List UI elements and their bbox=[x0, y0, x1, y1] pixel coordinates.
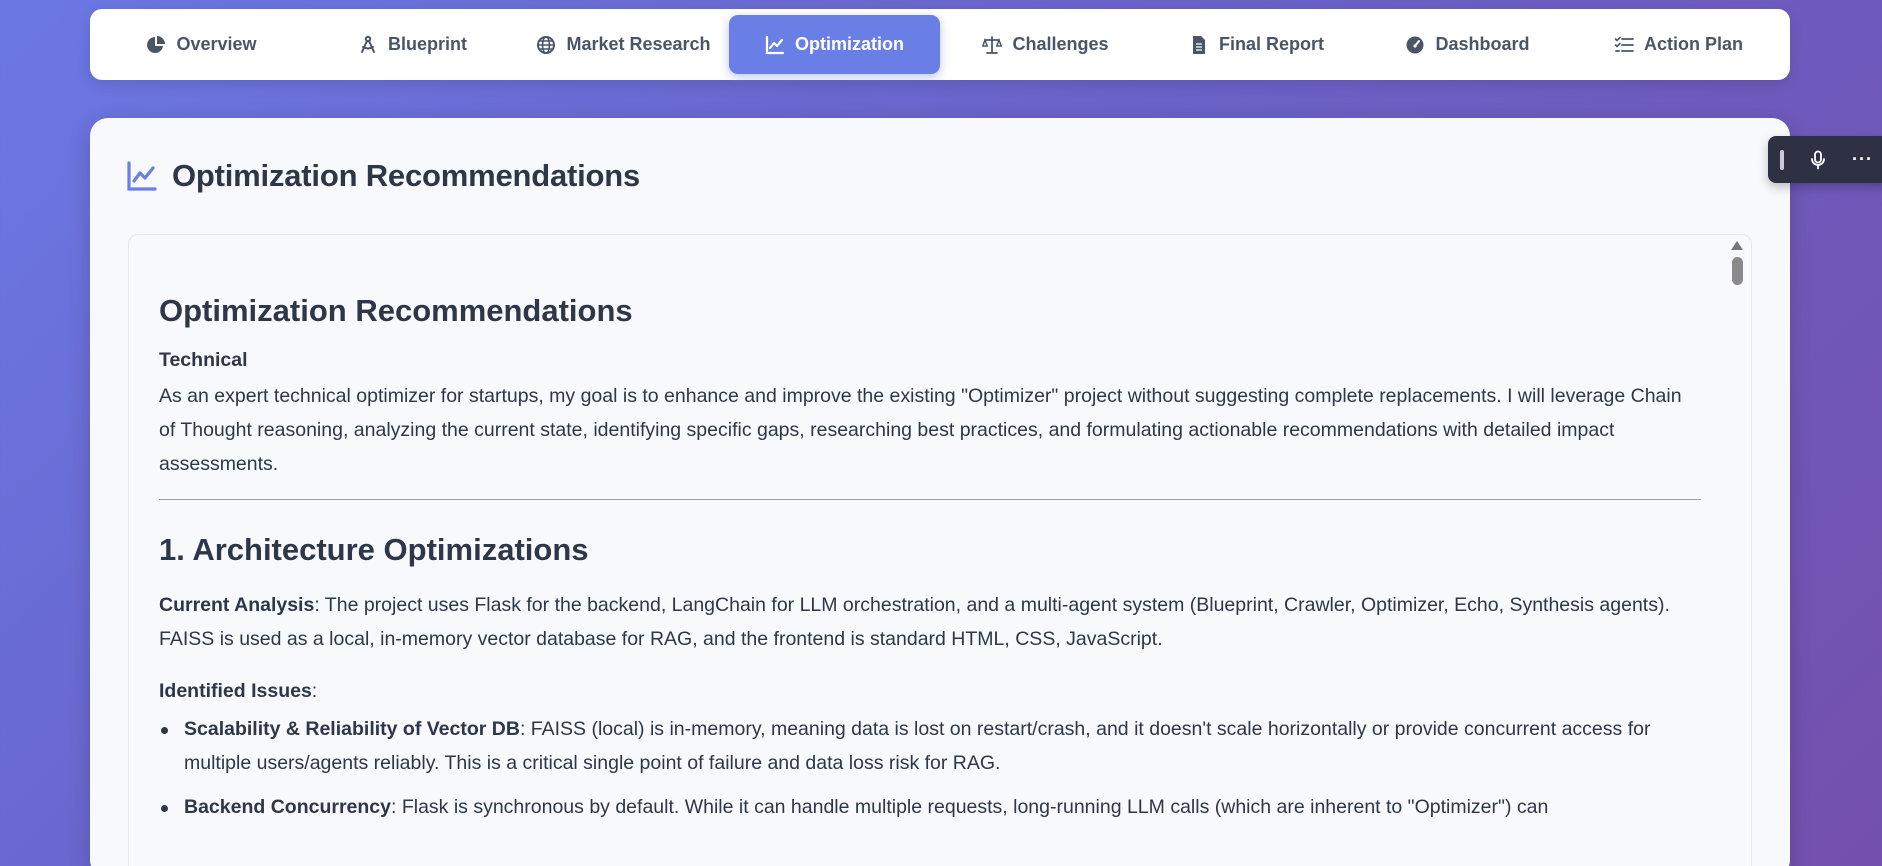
more-icon[interactable]: ··· bbox=[1852, 149, 1873, 170]
current-analysis-label: Current Analysis bbox=[159, 594, 315, 616]
intro-paragraph: As an expert technical optimizer for sta… bbox=[159, 385, 1682, 475]
identified-issues-label: Identified Issues bbox=[159, 680, 312, 702]
tab-blueprint[interactable]: Blueprint bbox=[307, 15, 518, 74]
tab-label: Dashboard bbox=[1435, 34, 1530, 54]
microphone-icon[interactable] bbox=[1808, 150, 1828, 170]
tab-action-plan[interactable]: Action Plan bbox=[1573, 15, 1784, 74]
file-icon bbox=[1192, 35, 1205, 54]
scroll-up-arrow[interactable] bbox=[1731, 241, 1743, 250]
tab-label: Overview bbox=[176, 34, 257, 54]
tab-challenges[interactable]: Challenges bbox=[940, 15, 1151, 74]
report-body: Optimization Recommendations Technical A… bbox=[159, 291, 1701, 834]
floating-toolbar: ··· bbox=[1768, 136, 1882, 183]
scrollbar-thumb[interactable] bbox=[1732, 257, 1743, 285]
chart-line-icon bbox=[127, 161, 157, 191]
list-item: Scalability & Reliability of Vector DB: … bbox=[159, 712, 1701, 780]
section-heading: 1. Architecture Optimizations bbox=[159, 532, 589, 567]
tab-label: Action Plan bbox=[1643, 34, 1743, 54]
issues-list: Scalability & Reliability of Vector DB : … bbox=[159, 712, 1701, 824]
current-analysis-text: : The project uses Flask for the backend… bbox=[159, 594, 1670, 650]
current-analysis-paragraph: Current Analysis: The project uses Flask… bbox=[159, 588, 1701, 656]
card-header: Optimization Recommendations bbox=[126, 158, 640, 194]
tab-dashboard[interactable]: Dashboard bbox=[1362, 15, 1573, 74]
tab-label: Market Research bbox=[566, 34, 711, 54]
tab-label: Optimization bbox=[795, 34, 904, 54]
tab-label: Blueprint bbox=[388, 34, 467, 54]
report-content[interactable]: Optimization Recommendations Technical A… bbox=[128, 234, 1752, 866]
issue-title: Backend Concurrency bbox=[184, 796, 391, 818]
tab-overview[interactable]: Overview bbox=[96, 15, 307, 74]
tab-market-research[interactable]: Market Research bbox=[518, 15, 729, 74]
technical-label: Technical bbox=[159, 349, 248, 371]
chart-line-icon bbox=[765, 35, 785, 54]
identified-issues-heading: Identified Issues: bbox=[159, 674, 1701, 708]
compass-icon bbox=[361, 35, 375, 53]
issue-title: Scalability & Reliability of Vector DB bbox=[184, 718, 520, 740]
tab-final-report[interactable]: Final Report bbox=[1151, 15, 1362, 74]
report-heading: Optimization Recommendations bbox=[159, 293, 633, 328]
divider bbox=[159, 499, 1701, 500]
list-item: Backend Concurrency: Flask is synchronou… bbox=[159, 790, 1701, 824]
tasks-icon bbox=[1614, 36, 1634, 52]
main-card: Optimization Recommendations Optimizatio… bbox=[90, 118, 1790, 866]
page-title: Optimization Recommendations bbox=[172, 158, 641, 193]
top-nav: Overview Blueprint Market Research Optim… bbox=[90, 9, 1790, 80]
identified-issues-colon: : bbox=[311, 680, 318, 702]
globe-icon bbox=[537, 35, 556, 54]
tab-optimization[interactable]: Optimization bbox=[729, 15, 940, 74]
grip-icon[interactable] bbox=[1780, 149, 1784, 170]
gauge-icon bbox=[1406, 36, 1424, 53]
chart-pie-icon bbox=[147, 35, 166, 53]
tab-label: Challenges bbox=[1012, 34, 1109, 54]
tab-label: Final Report bbox=[1218, 34, 1324, 54]
balance-scale-icon bbox=[982, 35, 1003, 54]
issue-text: : Flask is synchronous by default. While… bbox=[391, 796, 1549, 818]
